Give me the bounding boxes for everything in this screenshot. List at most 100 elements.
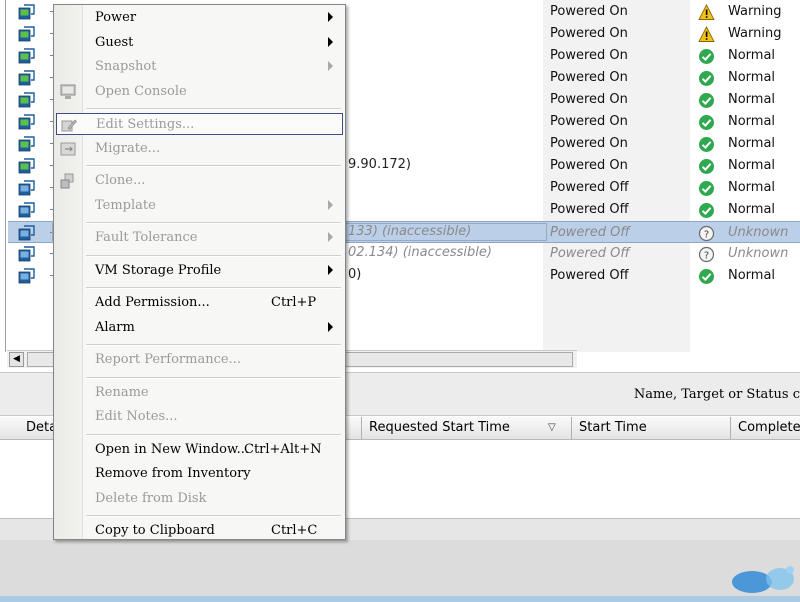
column-header-completed[interactable]: Completed xyxy=(731,417,800,439)
menu-separator xyxy=(86,376,341,379)
menu-separator xyxy=(86,433,341,436)
site-watermark-logo-icon xyxy=(732,566,794,593)
normal-status-icon xyxy=(698,70,715,87)
vm-name-text: 133) (inaccessible) xyxy=(348,224,472,239)
menu-separator xyxy=(86,287,341,289)
vm-status-text: Normal xyxy=(728,48,776,63)
menu-item-label: Snapshot xyxy=(95,59,157,74)
svg-text:?: ? xyxy=(704,230,709,241)
vm-powered-off-icon xyxy=(18,246,35,262)
menu-item-label: Template xyxy=(95,197,156,213)
vm-power-state: Powered On xyxy=(550,136,628,151)
vm-power-state: Powered On xyxy=(550,48,628,63)
menu-item-report-performance[interactable]: Report Performance... xyxy=(56,349,343,371)
menu-item-open-in-new-window[interactable]: Open in New Window... Ctrl+Alt+N xyxy=(56,439,343,461)
menu-item-add-permission[interactable]: Add Permission... Ctrl+P xyxy=(56,292,343,314)
vm-powered-off-icon xyxy=(18,202,35,218)
menu-item-label: Clone... xyxy=(95,173,146,188)
submenu-arrow-icon xyxy=(328,321,333,332)
vm-powered-on-icon xyxy=(18,158,35,174)
migrate-icon xyxy=(59,140,77,158)
submenu-arrow-icon xyxy=(328,264,333,275)
vm-power-state: Powered On xyxy=(550,26,628,41)
menu-separator xyxy=(86,515,341,517)
filter-label: Name, Target or Status c xyxy=(633,387,800,402)
bottom-panel xyxy=(0,540,800,596)
menu-item-edit-settings[interactable]: Edit Settings... xyxy=(56,113,343,135)
vm-powered-on-icon xyxy=(18,70,35,86)
vm-powered-off-icon xyxy=(18,268,35,284)
menu-item-edit-notes[interactable]: Edit Notes... xyxy=(56,406,343,428)
column-header-start-time[interactable]: Start Time xyxy=(572,417,731,439)
menu-item-label: Open Console xyxy=(95,83,187,99)
vm-power-state: Powered Off xyxy=(550,246,630,261)
vm-powered-on-icon xyxy=(18,4,35,20)
menu-separator xyxy=(86,254,341,257)
menu-item-label: Add Permission... xyxy=(95,295,210,310)
vm-status-text: Normal xyxy=(728,202,776,217)
vm-name-text: 0) xyxy=(348,267,362,282)
vm-powered-on-icon xyxy=(18,26,35,42)
menu-item-label: Alarm xyxy=(95,319,135,335)
vm-powered-off-icon xyxy=(18,225,35,241)
menu-item-remove-from-inventory[interactable]: Remove from Inventory xyxy=(56,463,343,485)
submenu-arrow-icon xyxy=(328,232,333,242)
normal-status-icon xyxy=(698,48,715,65)
menu-item-fault-tolerance[interactable]: Fault Tolerance xyxy=(56,227,343,249)
menu-item-label: Migrate... xyxy=(95,140,161,156)
menu-item-rename[interactable]: Rename xyxy=(56,382,343,404)
column-header-requested-start-time[interactable]: Requested Start Time ▽ xyxy=(362,417,572,439)
vm-status-text: Normal xyxy=(728,136,776,151)
menu-item-clone[interactable]: Clone... xyxy=(56,170,343,192)
warning-status-icon xyxy=(698,26,715,43)
vm-power-state: Powered On xyxy=(550,92,628,107)
vm-status-text: Unknown xyxy=(728,225,789,240)
vm-power-state: Powered On xyxy=(550,114,628,129)
vm-powered-on-icon xyxy=(18,92,35,108)
menu-item-label: Guest xyxy=(95,34,134,50)
vm-status-text: Unknown xyxy=(728,246,789,261)
vm-status-text: Normal xyxy=(728,114,776,129)
menu-item-label: Fault Tolerance xyxy=(95,230,198,245)
scroll-left-button[interactable]: ◀ xyxy=(9,352,24,367)
vm-power-state: Powered On xyxy=(550,158,628,173)
menu-item-label: Delete from Disk xyxy=(95,490,207,506)
menu-item-label: Power xyxy=(95,10,137,25)
menu-item-template[interactable]: Template xyxy=(56,195,343,217)
clone-icon xyxy=(59,172,77,190)
submenu-arrow-icon xyxy=(328,36,333,47)
menu-item-copy-to-clipboard[interactable]: Copy to Clipboard Ctrl+C xyxy=(56,520,343,542)
menu-item-label: Edit Notes... xyxy=(95,409,178,424)
menu-item-label: Open in New Window... xyxy=(95,441,249,457)
svg-text:?: ? xyxy=(704,251,709,262)
menu-item-snapshot[interactable]: Snapshot xyxy=(56,56,343,78)
unknown-status-icon: ? xyxy=(698,246,715,263)
normal-status-icon xyxy=(698,114,715,131)
menu-item-guest[interactable]: Guest xyxy=(56,32,343,54)
menu-item-migrate[interactable]: Migrate... xyxy=(56,138,343,160)
submenu-arrow-icon xyxy=(328,12,333,22)
vm-status-text: Normal xyxy=(728,268,776,283)
menu-item-vm-storage-profile[interactable]: VM Storage Profile xyxy=(56,260,343,282)
vm-name-text: 02.134) (inaccessible) xyxy=(348,245,492,260)
vm-status-text: Warning xyxy=(728,26,782,41)
menu-item-alarm[interactable]: Alarm xyxy=(56,317,343,339)
menu-item-label: Rename xyxy=(95,384,149,400)
menu-item-delete-from-disk[interactable]: Delete from Disk xyxy=(56,488,343,510)
normal-status-icon xyxy=(698,268,715,285)
vm-power-state: Powered On xyxy=(550,70,628,85)
warning-status-icon xyxy=(698,4,715,21)
vm-powered-on-icon xyxy=(18,48,35,64)
vm-powered-on-icon xyxy=(18,136,35,152)
vm-status-text: Normal xyxy=(728,92,776,107)
tree-border xyxy=(5,0,6,352)
menu-item-label: Report Performance... xyxy=(95,352,241,367)
normal-status-icon xyxy=(698,158,715,175)
menu-item-label: Copy to Clipboard xyxy=(95,523,215,538)
vm-power-state: Powered Off xyxy=(550,180,629,195)
menu-item-label: Edit Settings... xyxy=(96,117,195,132)
vm-powered-off-icon xyxy=(18,180,35,196)
menu-item-open-console[interactable]: Open Console xyxy=(56,81,343,103)
menu-item-power[interactable]: Power xyxy=(56,7,343,29)
vm-name-text: 9.90.172) xyxy=(348,157,411,172)
